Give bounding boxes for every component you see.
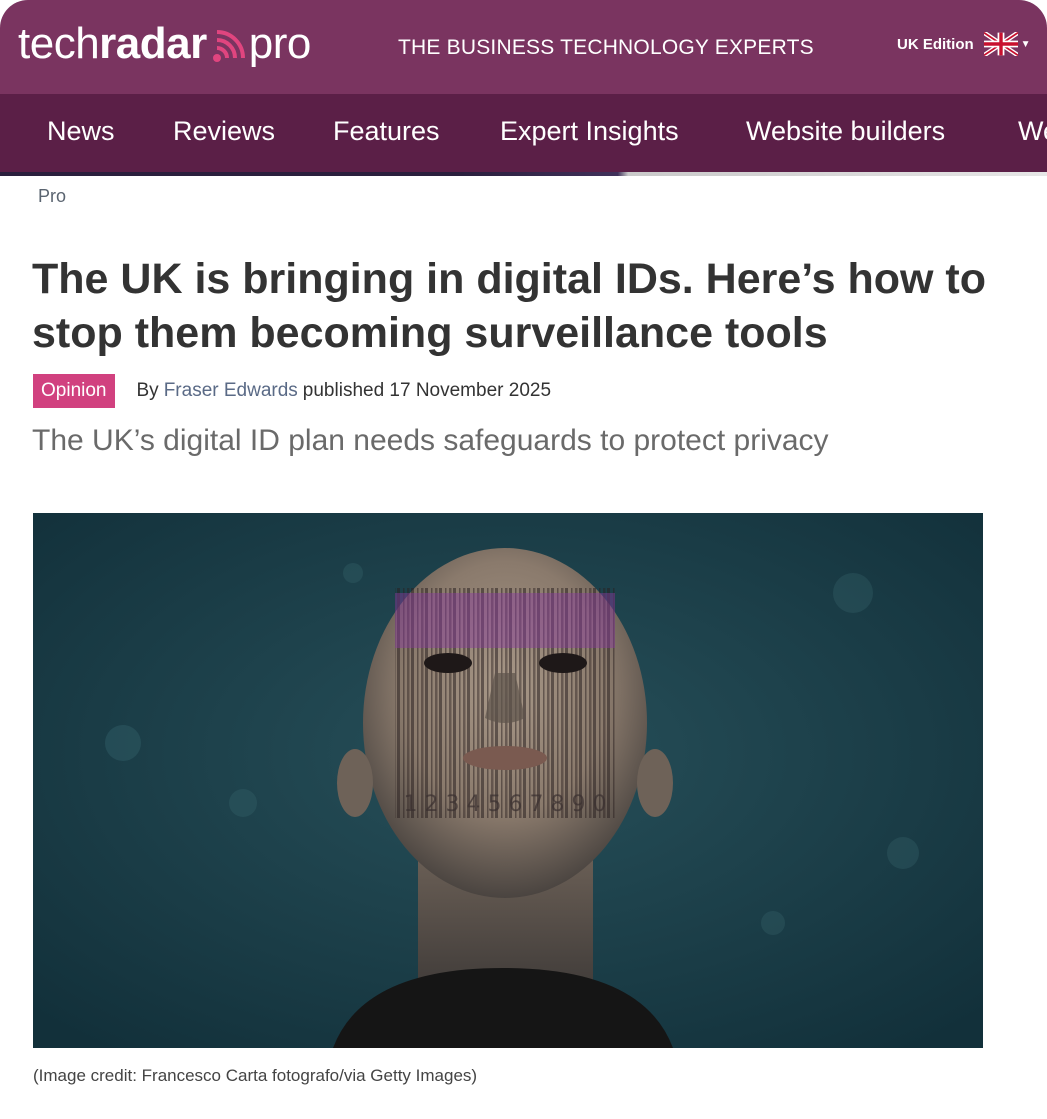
breadcrumb[interactable]: Pro	[38, 186, 66, 207]
site-logo[interactable]: tech radar pro	[18, 14, 311, 74]
chevron-down-icon: ▼	[1020, 38, 1031, 50]
site-tagline: THE BUSINESS TECHNOLOGY EXPERTS	[398, 36, 814, 59]
image-credit: (Image credit: Francesco Carta fotografo…	[33, 1066, 478, 1085]
nav-divider	[0, 172, 1047, 176]
hero-illustration: 1 2 3 4 5 6 7 8 9 0	[33, 513, 983, 1048]
main-nav: News Reviews Features Expert Insights We…	[0, 94, 1047, 172]
article-title: The UK is bringing in digital IDs. Here’…	[32, 255, 987, 357]
opinion-badge[interactable]: Opinion	[33, 374, 115, 408]
logo-text-tech: tech	[18, 19, 100, 68]
page: tech radar pro THE BUSINESS TECHNOLOGY E…	[0, 0, 1047, 1119]
nav-item-news[interactable]: News	[47, 116, 115, 147]
nav-item-reviews[interactable]: Reviews	[173, 116, 275, 147]
logo-text-radar: radar	[99, 19, 207, 68]
author-link[interactable]: Fraser Edwards	[164, 380, 298, 402]
hero-image: 1 2 3 4 5 6 7 8 9 0	[33, 513, 983, 1048]
radar-waves-icon	[212, 30, 245, 62]
nav-item-website-builders[interactable]: Website builders	[746, 116, 945, 147]
byline-prefix: By	[136, 380, 159, 401]
nav-item-features[interactable]: Features	[333, 116, 440, 147]
article-meta: Opinion By Fraser Edwards published 17 N…	[33, 374, 551, 408]
edition-label: UK Edition	[897, 35, 974, 53]
nav-item-overflow[interactable]: We	[1018, 116, 1047, 147]
edition-selector[interactable]: UK Edition ▼	[897, 32, 1031, 56]
barcode-digits: 1 2 3 4 5 6 7 8 9 0	[404, 792, 607, 817]
article-standfirst: The UK’s digital ID plan needs safeguard…	[32, 424, 829, 457]
nav-item-expert-insights[interactable]: Expert Insights	[500, 116, 679, 147]
logo-text-pro: pro	[248, 19, 312, 68]
uk-flag-icon	[983, 32, 1018, 56]
published-date: published 17 November 2025	[302, 380, 552, 401]
brand-bar: tech radar pro THE BUSINESS TECHNOLOGY E…	[0, 0, 1047, 94]
